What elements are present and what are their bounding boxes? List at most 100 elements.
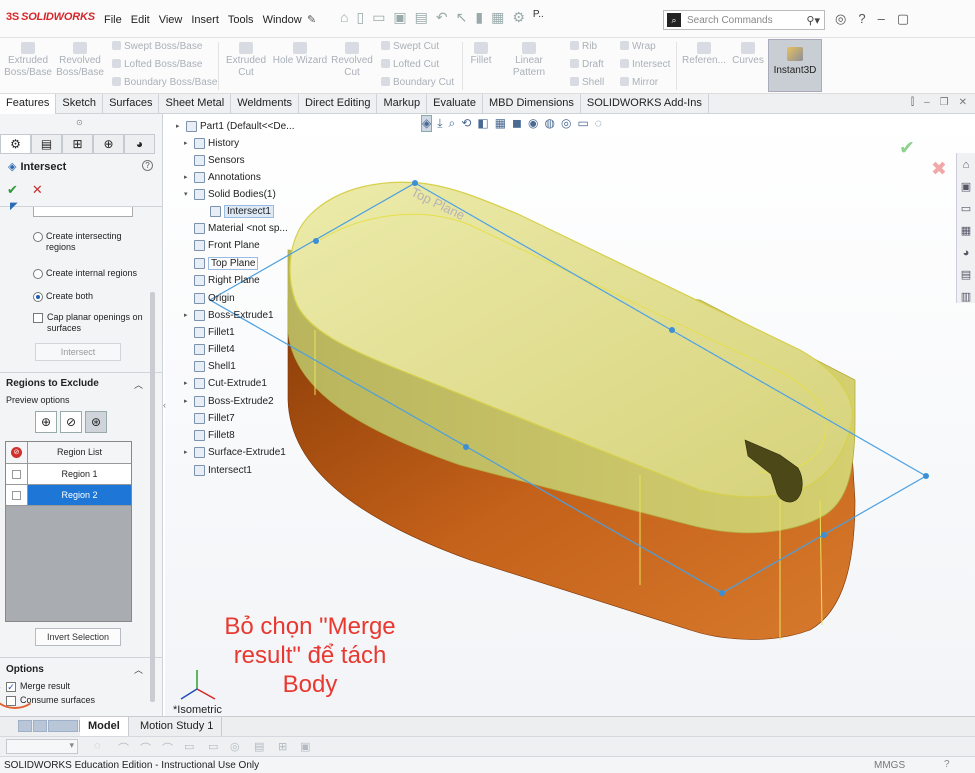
preview-both-icon[interactable]: ⊛ — [85, 411, 107, 433]
prev-tab-icon[interactable] — [33, 720, 47, 732]
view-settings-icon[interactable]: ▭ — [577, 116, 588, 131]
tree-cut-extrude1[interactable]: ▸ Cut-Extrude1 — [184, 376, 267, 390]
tree-sensors[interactable]: Sensors — [184, 153, 245, 167]
tree-intersect-body[interactable]: Intersect1 — [200, 204, 274, 218]
toolbar-icon[interactable]: ▭ — [208, 740, 218, 753]
configuration-manager-tab-icon[interactable]: ⊞ — [62, 134, 93, 154]
collapse-caret-icon[interactable]: ︿ — [134, 663, 143, 676]
tab-model[interactable]: Model — [80, 717, 129, 736]
next-tab-icon[interactable] — [48, 720, 78, 732]
tree-shell1[interactable]: Shell1 — [184, 359, 236, 373]
checkbox-cap-planar[interactable]: Cap planar openings on surfaces — [33, 312, 151, 334]
ok-button[interactable]: ✔ — [7, 182, 18, 198]
toolbar-icon[interactable]: ▭ — [184, 740, 194, 753]
toolbar-icon[interactable]: ⌒ — [118, 740, 129, 756]
preview-include-icon[interactable]: ⊕ — [35, 411, 57, 433]
options-title: Options — [6, 664, 44, 675]
section-view-icon[interactable]: ◧ — [477, 116, 488, 131]
file-explorer-icon[interactable]: ▭ — [959, 199, 973, 219]
cancel-button[interactable]: ✕ — [32, 182, 43, 198]
tree-front-plane[interactable]: Front Plane — [184, 238, 260, 252]
tree-boss-extrude1[interactable]: ▸ Boss-Extrude1 — [184, 308, 274, 322]
property-manager-tab-icon[interactable]: ▤ — [31, 134, 62, 154]
unit-system[interactable]: MMGS — [874, 760, 905, 771]
region-name[interactable]: Region 1 — [28, 464, 131, 484]
secondary-toolbar: ▾ ◌ ⌒ ⌒ ⌒ ▭ ▭ ◎ ▤ ⊞ ▣ — [0, 736, 975, 756]
invert-selection-button[interactable]: Invert Selection — [35, 628, 121, 646]
table-row[interactable]: Region 2 — [6, 485, 131, 506]
intersect-compute-button[interactable]: Intersect — [35, 343, 121, 361]
panel-grip-icon[interactable]: ⊙ — [76, 118, 83, 127]
hide-show-icon[interactable]: ◉ — [528, 116, 538, 131]
radio-internal-regions[interactable]: Create internal regions — [33, 268, 151, 279]
toolbar-icon[interactable]: ◌ — [94, 740, 101, 752]
tree-fillet1[interactable]: Fillet1 — [184, 325, 235, 339]
pm-title: ◈ Intersect — [8, 161, 67, 173]
tree-fillet8[interactable]: Fillet8 — [184, 428, 235, 442]
status-help-icon[interactable]: ? — [944, 759, 950, 770]
radio-create-both[interactable]: Create both — [33, 291, 151, 302]
confirm-cancel-icon[interactable]: ✖ — [931, 158, 947, 181]
tutorial-annotation: Bỏ chọn "Merge result" để tách Body — [196, 612, 424, 699]
table-row[interactable]: Region 1 — [6, 464, 131, 485]
regions-to-exclude-title: Regions to Exclude — [6, 378, 99, 389]
forum-icon[interactable]: ▥ — [959, 287, 973, 307]
tree-annotations[interactable]: ▸ Annotations — [184, 170, 261, 184]
display-manager-tab-icon[interactable]: ◕ — [124, 134, 155, 154]
exclude-icon: ⊘ — [11, 447, 22, 458]
toolbar-icon[interactable]: ▣ — [300, 740, 310, 753]
tree-fillet7[interactable]: Fillet7 — [184, 411, 235, 425]
dimxpert-tab-icon[interactable]: ⊕ — [93, 134, 124, 154]
first-tab-icon[interactable] — [18, 720, 32, 732]
confirm-ok-icon[interactable]: ✔ — [899, 137, 915, 160]
dynamic-annotation-icon[interactable]: ▦ — [495, 116, 506, 131]
status-bar: SOLIDWORKS Education Edition - Instructi… — [0, 756, 975, 773]
solidworks-resources-icon[interactable]: ⌂ — [959, 155, 973, 175]
region-exclude-checkbox[interactable] — [12, 469, 21, 479]
tree-intersect1[interactable]: Intersect1 — [184, 463, 252, 477]
tree-history[interactable]: ▸ History — [184, 136, 239, 150]
region-exclude-checkbox[interactable] — [12, 490, 21, 500]
tree-fillet4[interactable]: Fillet4 — [184, 342, 235, 356]
tree-top-plane[interactable]: Top Plane — [184, 256, 259, 270]
panel-collapse-icon[interactable]: ‹ — [163, 400, 166, 410]
view-orientation-icon[interactable]: ◈ — [420, 115, 433, 132]
tree-root[interactable]: ▸ Part1 (Default<<De... — [176, 119, 295, 133]
selection-box[interactable] — [33, 207, 133, 217]
toolbar-icon[interactable]: ◎ — [230, 740, 240, 753]
tab-motion-study[interactable]: Motion Study 1 — [132, 717, 223, 736]
custom-properties-icon[interactable]: ▤ — [959, 265, 973, 285]
preview-exclude-icon[interactable]: ⊘ — [60, 411, 82, 433]
appearances-icon[interactable]: ◕ — [959, 243, 973, 263]
tree-surface-extrude1[interactable]: ▸ Surface-Extrude1 — [184, 445, 286, 459]
feature-manager-tab-icon[interactable]: ⚙ — [0, 134, 31, 154]
tree-material[interactable]: Material <not sp... — [184, 221, 288, 235]
solidworks-window: 3S SOLIDWORKS File Edit View Insert Tools… — [0, 0, 975, 773]
apply-scene-icon[interactable]: ◎ — [561, 116, 571, 131]
collapse-caret-icon[interactable]: ︿ — [134, 378, 143, 391]
toolbar-icon[interactable]: ⊞ — [278, 740, 287, 753]
render-tools-icon[interactable]: ◌ — [595, 116, 602, 131]
design-library-icon[interactable]: ▣ — [959, 177, 973, 197]
toolbar-icon[interactable]: ▤ — [254, 740, 264, 753]
dropdown-select[interactable]: ▾ — [6, 739, 78, 754]
annotation-line: result" để tách — [233, 642, 387, 669]
tree-origin[interactable]: Origin — [184, 291, 235, 305]
heads-up-view-toolbar: ◈ ⤓ ⌕ ⟲ ◧ ▦ ◼ ◉ ◍ ◎ ▭ ◌ — [420, 115, 602, 132]
previous-view-icon[interactable]: ⟲ — [461, 116, 471, 131]
tree-boss-extrude2[interactable]: ▸ Boss-Extrude2 — [184, 394, 274, 408]
zoom-area-icon[interactable]: ⌕ — [449, 116, 456, 131]
zoom-to-fit-icon[interactable]: ⤓ — [437, 116, 442, 131]
pm-scrollbar[interactable] — [150, 292, 155, 702]
axis-triad-icon — [180, 670, 216, 700]
view-palette-icon[interactable]: ▦ — [959, 221, 973, 241]
display-style-icon[interactable]: ◼ — [512, 116, 522, 131]
tree-solid-bodies[interactable]: ▾ Solid Bodies(1) — [184, 187, 276, 201]
tree-right-plane[interactable]: Right Plane — [184, 273, 260, 287]
toolbar-icon[interactable]: ⌒ — [162, 740, 173, 756]
toolbar-icon[interactable]: ⌒ — [140, 740, 151, 756]
radio-intersecting-regions[interactable]: Create intersecting regions — [33, 231, 151, 253]
region-name[interactable]: Region 2 — [28, 485, 131, 505]
edit-appearance-icon[interactable]: ◍ — [544, 116, 554, 131]
pm-help-icon[interactable]: ? — [142, 160, 153, 171]
